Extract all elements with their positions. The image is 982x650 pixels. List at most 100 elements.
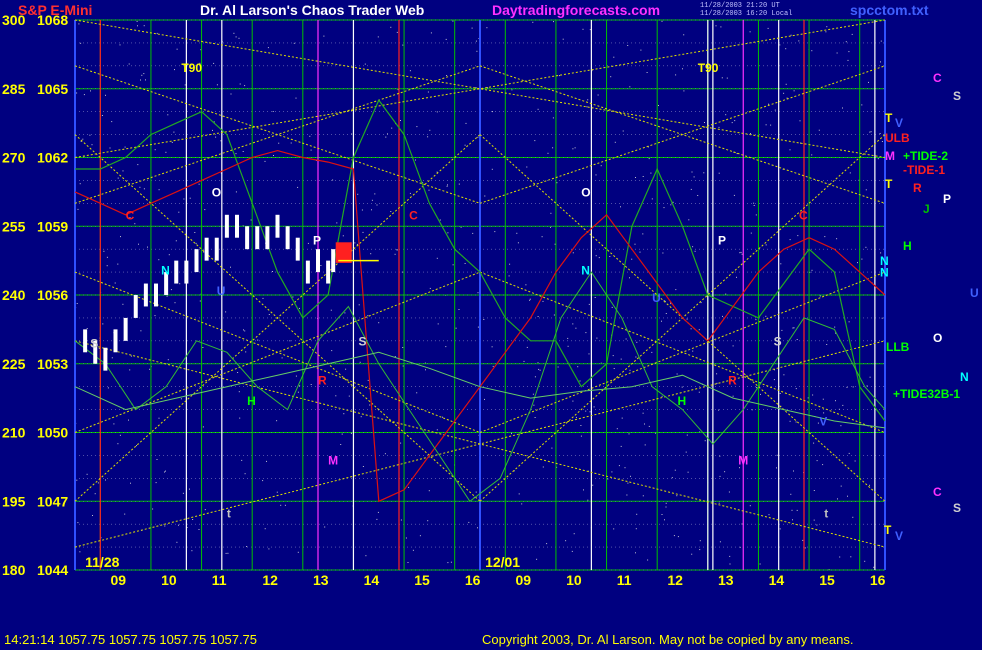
star-dot (244, 330, 246, 332)
star-dot (869, 131, 871, 133)
star-dot (396, 249, 398, 251)
star-dot (718, 502, 720, 504)
star-dot (785, 48, 787, 50)
letter-marker: M (328, 454, 338, 468)
star-dot (616, 428, 618, 430)
star-dot (344, 312, 346, 314)
star-dot (529, 299, 531, 301)
star-dot (425, 369, 426, 371)
y-tick-price: 1056 (37, 287, 68, 303)
star-dot (98, 348, 100, 349)
star-dot (665, 313, 667, 314)
star-dot (556, 182, 558, 184)
star-dot (648, 158, 650, 160)
letter-marker: H (247, 394, 256, 408)
star-dot (877, 158, 879, 160)
star-dot (553, 21, 554, 23)
letter-marker: S (774, 334, 782, 348)
star-dot (572, 400, 574, 402)
star-dot (798, 40, 800, 42)
letter-marker: t (824, 506, 828, 520)
star-dot (704, 122, 705, 123)
right-label: +TIDE32B-1 (893, 387, 960, 401)
right-label: S (953, 501, 961, 515)
star-dot (690, 328, 692, 330)
top-label-t90: T90 (181, 61, 202, 75)
star-dot (412, 549, 414, 551)
star-dot (408, 486, 410, 488)
star-dot (879, 133, 881, 134)
star-dot (235, 36, 237, 38)
star-dot (614, 141, 616, 143)
star-dot (811, 269, 813, 271)
star-dot (348, 395, 350, 397)
star-dot (839, 556, 841, 558)
star-dot (683, 34, 685, 36)
star-dot (837, 498, 838, 500)
star-dot (292, 296, 294, 298)
star-dot (400, 519, 402, 521)
star-dot (627, 45, 629, 46)
star-dot (405, 537, 407, 539)
letter-marker: R (728, 373, 737, 387)
star-dot (635, 356, 637, 358)
star-dot (557, 366, 559, 368)
star-dot (415, 159, 416, 161)
star-dot (419, 535, 421, 537)
star-dot (847, 59, 849, 61)
star-dot (102, 323, 104, 325)
star-dot (780, 263, 782, 265)
star-dot (137, 25, 138, 27)
y-tick-price: 1050 (37, 425, 68, 441)
letter-marker: M (738, 454, 748, 468)
star-dot (532, 393, 534, 395)
star-dot (429, 129, 431, 131)
star-dot (755, 319, 757, 321)
letter-marker: C (799, 208, 808, 222)
star-dot (178, 211, 180, 213)
star-dot (625, 338, 627, 340)
star-dot (692, 246, 694, 248)
y-tick-price: 1059 (37, 218, 68, 234)
star-dot (178, 524, 179, 526)
star-dot (642, 495, 644, 497)
star-dot (384, 453, 386, 455)
star-dot (565, 540, 567, 542)
star-dot (537, 108, 539, 110)
star-dot (610, 76, 612, 78)
star-dot (865, 189, 867, 191)
star-dot (636, 341, 638, 343)
star-dot (243, 329, 244, 331)
star-dot (677, 536, 679, 538)
star-dot (377, 36, 379, 38)
star-dot (595, 255, 597, 257)
x-tick-label: 13 (718, 572, 734, 588)
star-dot (575, 327, 577, 329)
data-filename: spcctom.txt (850, 2, 929, 18)
star-dot (76, 303, 78, 304)
star-dot (442, 416, 443, 418)
star-dot (139, 186, 141, 188)
star-dot (550, 226, 551, 228)
star-dot (636, 513, 638, 515)
star-dot (822, 464, 824, 466)
star-dot (130, 355, 132, 357)
star-dot (90, 90, 91, 92)
star-dot (587, 499, 589, 501)
star-dot (280, 504, 282, 506)
star-dot (732, 395, 734, 397)
star-dot (429, 287, 431, 289)
star-dot (492, 111, 493, 113)
star-dot (658, 105, 659, 106)
star-dot (120, 236, 121, 238)
star-dot (166, 295, 168, 297)
star-dot (822, 398, 824, 400)
star-dot (635, 552, 636, 554)
star-dot (165, 151, 167, 153)
star-dot (525, 284, 527, 286)
star-dot (626, 494, 628, 496)
star-dot (239, 83, 241, 85)
star-dot (854, 460, 856, 462)
y-tick-price: 1047 (37, 493, 68, 509)
star-dot (516, 232, 518, 234)
